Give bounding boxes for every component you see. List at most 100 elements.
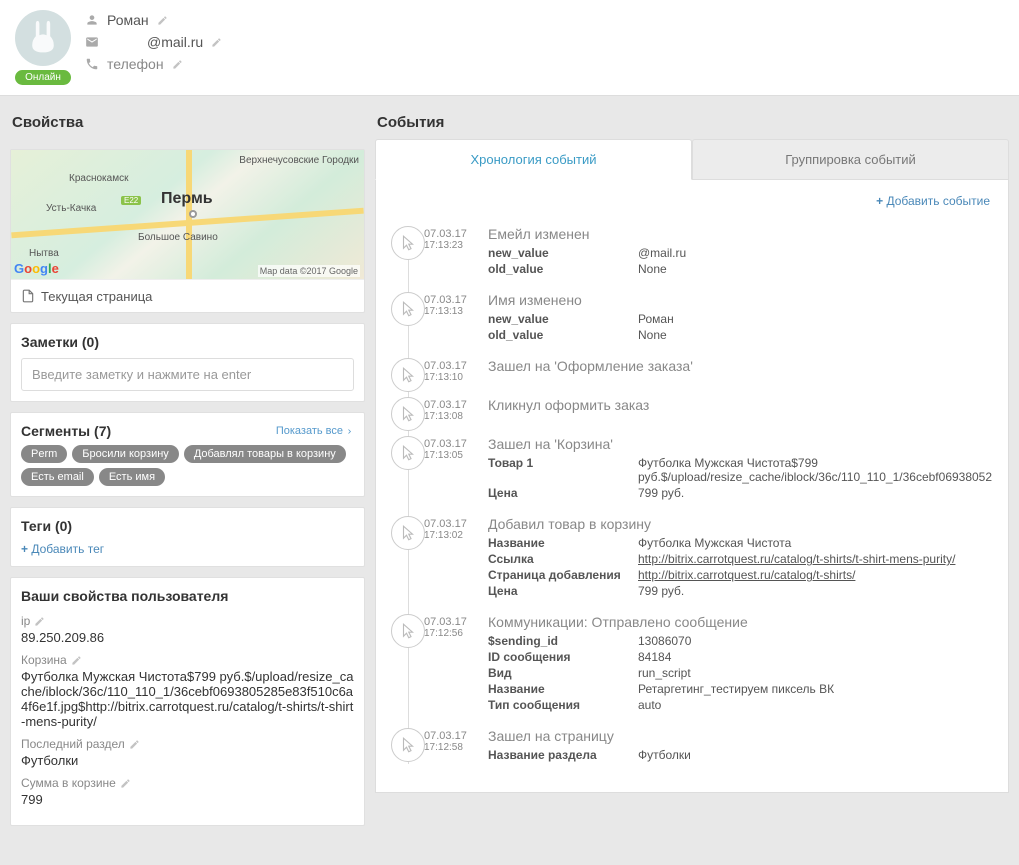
event-title: Добавил товар в корзину [488, 516, 994, 532]
event-icon [391, 436, 425, 470]
event-field: Тип сообщенияauto [488, 698, 994, 712]
segment-chip[interactable]: Добавлял товары в корзину [184, 445, 346, 463]
prop-value: 799 [21, 792, 354, 807]
event-item: 07.03.1717:13:13 Имя изменено new_valueРом… [424, 292, 994, 344]
cursor-icon [399, 524, 417, 542]
event-field: Ссылкаhttp://bitrix.carrotquest.ru/catal… [488, 552, 994, 566]
contact-phone: телефон [85, 56, 222, 72]
events-body: + Добавить событие 07.03.1717:13:23 Емейл… [375, 180, 1009, 793]
google-logo: Google [14, 261, 59, 276]
note-input[interactable] [21, 358, 354, 391]
tab-grouping[interactable]: Группировка событий [692, 139, 1009, 180]
add-event-button[interactable]: + Добавить событие [384, 194, 994, 208]
tabs: Хронология событий Группировка событий [375, 139, 1009, 180]
event-icon [391, 358, 425, 392]
cursor-icon [399, 444, 417, 462]
user-prop-row: Последний раздел Футболки [21, 737, 354, 768]
prop-label: ip [21, 614, 354, 628]
edit-icon[interactable] [172, 59, 183, 70]
event-icon [391, 614, 425, 648]
user-props-panel: Ваши свойства пользователя ip 89.250.209… [10, 577, 365, 826]
tab-chronology[interactable]: Хронология событий [375, 139, 692, 180]
event-time: 07.03.1717:13:10 [424, 358, 478, 383]
file-icon [21, 288, 35, 304]
bunny-icon [28, 20, 58, 56]
edit-icon[interactable] [34, 616, 45, 627]
right-column: События Хронология событий Группировка с… [375, 106, 1009, 826]
event-icon [391, 516, 425, 550]
cursor-icon [399, 234, 417, 252]
event-field: new_value@mail.ru [488, 246, 994, 260]
event-item: 07.03.1717:13:08Кликнул оформить заказ [424, 397, 994, 422]
event-field: НазваниеФутболка Мужская Чистота [488, 536, 994, 550]
event-field: new_valueРоман [488, 312, 994, 326]
event-field: Видrun_script [488, 666, 994, 680]
event-icon [391, 292, 425, 326]
avatar[interactable] [15, 10, 71, 66]
event-field: old_valueNone [488, 262, 994, 276]
event-title: Коммуникации: Отправлено сообщение [488, 614, 994, 630]
contact-email: @mail.ru [85, 34, 222, 50]
event-title: Зашел на 'Оформление заказа' [488, 358, 994, 374]
event-time: 07.03.1717:13:23 [424, 226, 478, 278]
user-prop-row: ip 89.250.209.86 [21, 614, 354, 645]
cursor-icon [399, 300, 417, 318]
cursor-icon [399, 736, 417, 754]
cursor-icon [399, 622, 417, 640]
cursor-icon [399, 405, 417, 423]
event-time: 07.03.1717:13:05 [424, 436, 478, 502]
event-icon [391, 728, 425, 762]
event-time: 07.03.1717:13:08 [424, 397, 478, 422]
segment-chip[interactable]: Есть email [21, 468, 94, 486]
event-field: Товар 1Футболка Мужская Чистота$799 руб.… [488, 456, 994, 484]
prop-value: Футболка Мужская Чистота$799 руб.$/uploa… [21, 669, 354, 729]
event-field: НазваниеРетаргетинг_тестируем пиксель ВК [488, 682, 994, 696]
event-title: Зашел на страницу [488, 728, 994, 744]
user-prop-row: Сумма в корзине 799 [21, 776, 354, 807]
event-title: Имя изменено [488, 292, 994, 308]
mail-icon [85, 35, 99, 49]
edit-icon[interactable] [129, 739, 140, 750]
tags-panel: Теги (0) + Добавить тег [10, 507, 365, 567]
current-page-link[interactable]: Текущая страница [11, 280, 364, 312]
event-time: 07.03.1717:12:58 [424, 728, 478, 764]
prop-label: Сумма в корзине [21, 776, 354, 790]
segment-chip[interactable]: Perm [21, 445, 67, 463]
user-icon [85, 13, 99, 27]
event-time: 07.03.1717:12:56 [424, 614, 478, 714]
event-icon [391, 397, 425, 431]
event-field: Страница добавленияhttp://bitrix.carrotq… [488, 568, 994, 582]
cursor-icon [399, 366, 417, 384]
status-badge: Онлайн [15, 70, 71, 85]
timeline: 07.03.1717:13:23 Емейл изменен new_value@m… [384, 226, 994, 764]
show-all-link[interactable]: Показать все [276, 425, 354, 437]
props-title: Свойства [10, 106, 365, 139]
left-column: Свойства Пермь Краснокамск Усть-Качка Бо… [10, 106, 365, 826]
event-field: Название разделаФутболки [488, 748, 994, 762]
prop-value: 89.250.209.86 [21, 630, 354, 645]
segments-panel: Сегменты (7) Показать все PermБросили ко… [10, 412, 365, 497]
event-field: $sending_id13086070 [488, 634, 994, 648]
segment-chip[interactable]: Бросили корзину [72, 445, 179, 463]
chevron-right-icon [345, 427, 354, 436]
event-field: old_valueNone [488, 328, 994, 342]
edit-icon[interactable] [120, 778, 131, 789]
contact-lines: Роман @mail.ru телефон [85, 10, 222, 72]
edit-icon[interactable] [157, 15, 168, 26]
event-item: 07.03.1717:12:58 Зашел на страницу Названи… [424, 728, 994, 764]
prop-value: Футболки [21, 753, 354, 768]
event-field: ID сообщения84184 [488, 650, 994, 664]
user-prop-row: Корзина Футболка Мужская Чистота$799 руб… [21, 653, 354, 729]
event-title: Емейл изменен [488, 226, 994, 242]
phone-icon [85, 57, 99, 71]
event-time: 07.03.1717:13:13 [424, 292, 478, 344]
add-tag-button[interactable]: + Добавить тег [21, 542, 354, 556]
contact-name: Роман [85, 12, 222, 28]
segment-chip[interactable]: Есть имя [99, 468, 165, 486]
map[interactable]: Пермь Краснокамск Усть-Качка Большое Сав… [11, 150, 364, 280]
user-header: Онлайн Роман @mail.ru телефон [0, 0, 1019, 96]
edit-icon[interactable] [211, 37, 222, 48]
event-item: 07.03.1717:12:56 Коммуникации: Отправлено… [424, 614, 994, 714]
map-panel: Пермь Краснокамск Усть-Качка Большое Сав… [10, 149, 365, 313]
edit-icon[interactable] [71, 655, 82, 666]
